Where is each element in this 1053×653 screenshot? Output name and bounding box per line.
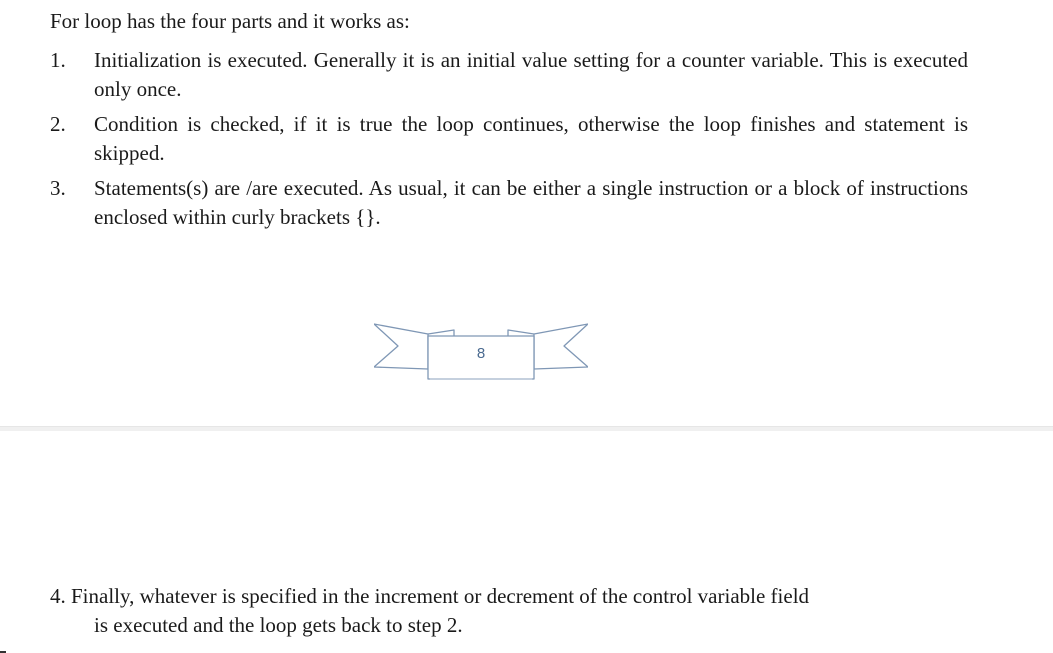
list-item: 3. Statements(s) are /are executed. As u…: [50, 174, 968, 232]
list-item: 2. Condition is checked, if it is true t…: [50, 110, 968, 168]
page-break-divider: [0, 426, 1053, 431]
list-item-text: Condition is checked, if it is true the …: [94, 112, 968, 165]
list-number: 2.: [50, 112, 66, 136]
list-item: 4. Finally, whatever is specified in the…: [50, 582, 975, 640]
list-item-text-continuation: is executed and the loop gets back to st…: [94, 613, 463, 637]
document-page: For loop has the four parts and it works…: [0, 0, 1053, 653]
page-number: 8: [476, 345, 486, 362]
list-item: 1. Initialization is executed. Generally…: [50, 46, 968, 104]
list-item-text: Statements(s) are /are executed. As usua…: [94, 176, 968, 229]
list-item-text: Initialization is executed. Generally it…: [94, 48, 968, 101]
intro-paragraph: For loop has the four parts and it works…: [50, 9, 410, 33]
list-number: 1.: [50, 48, 66, 72]
page-footer: 8: [373, 322, 589, 382]
list-item-text: 4. Finally, whatever is specified in the…: [50, 584, 810, 608]
list-number: 3.: [50, 176, 66, 200]
